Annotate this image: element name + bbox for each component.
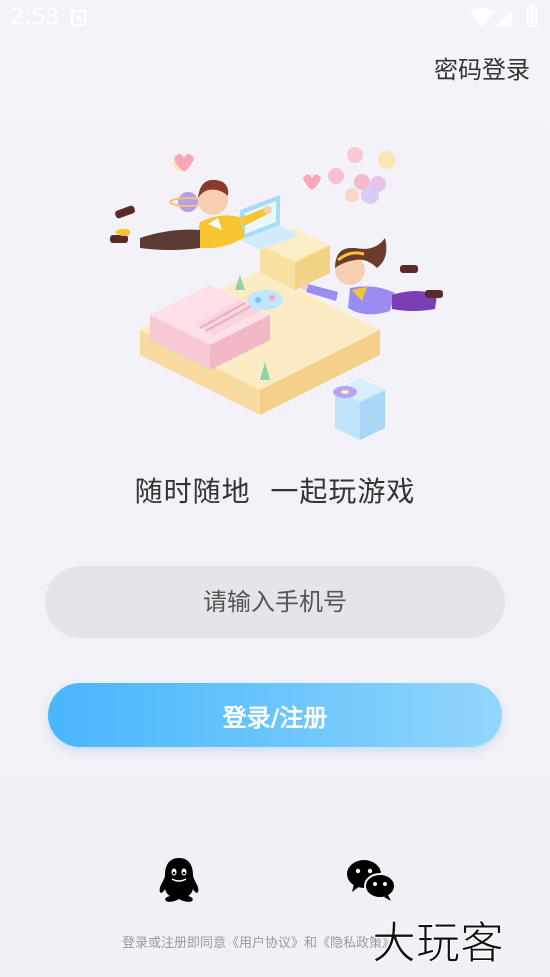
signal-icon [496, 10, 512, 26]
agreement-prefix: 登录或注册即同意 [122, 936, 227, 951]
watermark-logo: 大玩客 [372, 918, 505, 970]
login-screen: 2:53 密码登录 随时随地 一起玩游戏 请输入手机号 登录/注册 登录或注册即… [0, 0, 550, 977]
wifi-icon [470, 8, 494, 27]
battery-icon [527, 4, 537, 27]
login-register-button[interactable]: 登录/注册 [48, 683, 502, 747]
agreement-and: 和 [304, 936, 318, 951]
a-notification-icon [71, 10, 86, 26]
agreement-text: 登录或注册即同意《用户协议》和《隐私政策》 [122, 932, 395, 951]
hero-illustration [110, 147, 443, 440]
phone-number-input[interactable] [45, 566, 505, 638]
user-agreement-link[interactable]: 《用户协议》 [226, 936, 304, 951]
qq-icon[interactable] [156, 855, 202, 903]
password-login-link[interactable]: 密码登录 [434, 50, 530, 85]
watermark-text: 大玩客 [372, 918, 504, 969]
tagline: 随时随地 一起玩游戏 [134, 475, 416, 508]
status-bar: 2:53 [0, 0, 550, 36]
status-time: 2:53 [10, 5, 60, 30]
wechat-icon[interactable] [346, 858, 396, 902]
